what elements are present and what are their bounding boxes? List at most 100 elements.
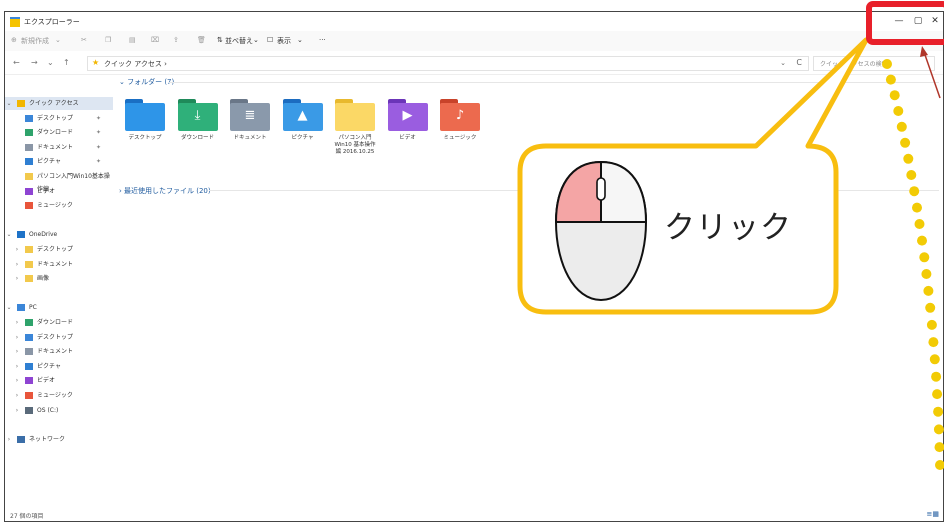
folder-tile[interactable]: ≣ドキュメント — [228, 99, 272, 142]
paste-icon[interactable]: ▤ — [129, 36, 136, 44]
folder-icon — [25, 334, 33, 341]
folder-tile[interactable]: ♪ミュージック — [438, 99, 482, 142]
chevron-icon[interactable]: ⌄ — [5, 97, 13, 110]
sidebar-item[interactable]: デスクトップ✦ — [5, 112, 113, 125]
more-button[interactable]: ··· — [319, 36, 326, 44]
search-input[interactable]: クイック アクセスの検索 — [813, 56, 935, 71]
forward-arrow-icon[interactable]: → — [31, 58, 38, 67]
minimize-button[interactable]: — — [889, 15, 909, 28]
sidebar-item[interactable]: パソコン入門Win10基本操作編 — [5, 170, 113, 183]
sidebar-item[interactable]: ›ダウンロード — [5, 316, 113, 329]
sidebar-item[interactable]: ›OS (C:) — [5, 404, 113, 417]
sidebar-item[interactable]: ⌄クイック アクセス — [5, 97, 113, 110]
delete-icon[interactable]: 🗑 — [197, 36, 206, 44]
chevron-icon[interactable]: › — [13, 360, 21, 373]
folders-section-header[interactable]: ⌄ フォルダー (7) — [119, 77, 174, 87]
chevron-icon[interactable]: ⌄ — [5, 228, 13, 241]
sidebar-item[interactable]: › デスクトップ — [5, 243, 113, 256]
recent-files-section-header[interactable]: › 最近使用したファイル (20) — [119, 186, 211, 196]
view-dropdown-icon: ⌄ — [297, 36, 303, 44]
sidebar-item[interactable]: ダウンロード✦ — [5, 126, 113, 139]
folder-label: デスクトップ — [123, 135, 167, 142]
folder-label: パソコン入門Win10 基本操作編 2016.10.25 — [333, 135, 377, 156]
window-title: エクスプローラー — [24, 17, 80, 27]
folder-icon — [335, 99, 375, 131]
share-icon[interactable]: ⇪ — [173, 36, 179, 44]
chevron-icon[interactable]: › — [13, 331, 21, 344]
folder-glyph-icon: ▲ — [283, 107, 323, 125]
view-toggle-icons[interactable]: ≡▦ — [927, 510, 939, 518]
sidebar-item[interactable]: ›ドキュメント — [5, 345, 113, 358]
folder-icon — [25, 319, 33, 326]
recent-dropdown-icon[interactable]: ⌄ — [47, 58, 54, 67]
new-button[interactable]: 新規作成 — [21, 36, 49, 46]
back-arrow-icon[interactable]: ← — [13, 58, 20, 67]
section-divider — [169, 82, 939, 83]
rename-icon[interactable]: ⌧ — [151, 36, 159, 44]
folder-glyph-icon: ⤓ — [178, 107, 218, 125]
folder-tile[interactable]: パソコン入門Win10 基本操作編 2016.10.25 — [333, 99, 377, 156]
folder-tile[interactable]: ▲ ピクチャ — [281, 99, 325, 142]
folder-icon: ⤓ — [178, 99, 218, 131]
sidebar-item[interactable]: › デスクトップ — [5, 331, 113, 344]
chevron-icon[interactable]: › — [13, 243, 21, 256]
sidebar-item-label: ビデオ — [37, 185, 55, 198]
chevron-icon[interactable]: ⌄ — [5, 301, 13, 314]
sidebar-item[interactable]: ⌄OneDrive — [5, 228, 113, 241]
breadcrumb[interactable]: クイック アクセス › — [104, 59, 167, 69]
content-pane: ⌄ フォルダー (7) デスクトップ ⤓ ダウンロード ≣ドキュメント ▲ ピクチャ パソコ… — [117, 75, 943, 505]
sidebar-item-label: PC — [29, 301, 37, 314]
refresh-icon[interactable]: C — [796, 58, 802, 67]
folder-label: ピクチャ — [281, 135, 325, 142]
sidebar-item-label: ビデオ — [37, 374, 55, 387]
sidebar-item[interactable]: ›ネットワーク — [5, 433, 113, 446]
sidebar-item-label: デスクトップ — [37, 331, 73, 344]
sort-button[interactable]: 並べ替え — [225, 36, 253, 46]
sidebar-item[interactable]: ›ドキュメント — [5, 258, 113, 271]
sidebar-item[interactable]: ›画像 — [5, 272, 113, 285]
copy-icon[interactable]: ❐ — [105, 36, 111, 44]
chevron-icon[interactable]: › — [13, 374, 21, 387]
folder-body — [335, 103, 375, 131]
sort-icon: ⇅ — [217, 36, 223, 44]
folder-tile[interactable]: デスクトップ — [123, 99, 167, 142]
sidebar-item-label: デスクトップ — [37, 243, 73, 256]
folder-icon — [25, 348, 33, 355]
folder-tile[interactable]: ⤓ ダウンロード — [176, 99, 220, 142]
chevron-icon[interactable]: › — [13, 316, 21, 329]
sidebar-spacer — [5, 287, 113, 300]
folder-icon — [25, 377, 33, 384]
folder-icon — [17, 231, 25, 238]
sidebar-spacer — [5, 418, 113, 431]
chevron-icon[interactable]: › — [13, 345, 21, 358]
chevron-icon[interactable]: › — [13, 258, 21, 271]
chevron-icon[interactable]: › — [13, 389, 21, 402]
folder-icon: ▲ — [283, 99, 323, 131]
sidebar-item[interactable]: ミュージック — [5, 199, 113, 212]
close-button[interactable]: ✕ — [925, 15, 944, 28]
sidebar-item[interactable]: ›ミュージック — [5, 389, 113, 402]
folder-icon — [25, 202, 33, 209]
folder-tile[interactable]: ▶ビデオ — [386, 99, 430, 142]
cut-icon[interactable]: ✂ — [81, 36, 87, 44]
explorer-window: エクスプローラー — ▢ ✕ ⊕ 新規作成 ⌄ ✂ ❐ ▤ ⌧ ⇪ 🗑 ⇅ 並べ… — [4, 11, 944, 522]
folder-label: ダウンロード — [176, 135, 220, 142]
address-dropdown-icon[interactable]: ⌄ — [780, 59, 786, 67]
sidebar-item[interactable]: ピクチャ✦ — [5, 155, 113, 168]
sidebar-item[interactable]: ビデオ — [5, 185, 113, 198]
folder-icon: ≣ — [230, 99, 270, 131]
sidebar-item[interactable]: › ビデオ — [5, 374, 113, 387]
folder-icon — [25, 129, 33, 136]
view-button[interactable]: 表示 — [277, 36, 291, 46]
folder-icon — [25, 392, 33, 399]
sidebar-item[interactable]: ドキュメント✦ — [5, 141, 113, 154]
folder-icon — [25, 115, 33, 122]
sidebar-item[interactable]: ⌄ PC — [5, 301, 113, 314]
chevron-icon[interactable]: › — [5, 433, 13, 446]
chevron-icon[interactable]: › — [13, 404, 21, 417]
up-arrow-icon[interactable]: ↑ — [63, 58, 70, 67]
command-bar: ⊕ 新規作成 ⌄ ✂ ❐ ▤ ⌧ ⇪ 🗑 ⇅ 並べ替え ⌄ ☐ 表示 ⌄ ··· — [5, 31, 943, 51]
chevron-icon[interactable]: › — [13, 272, 21, 285]
address-bar[interactable]: ★ クイック アクセス › ⌄ C — [87, 56, 809, 71]
sidebar-item[interactable]: ›ピクチャ — [5, 360, 113, 373]
